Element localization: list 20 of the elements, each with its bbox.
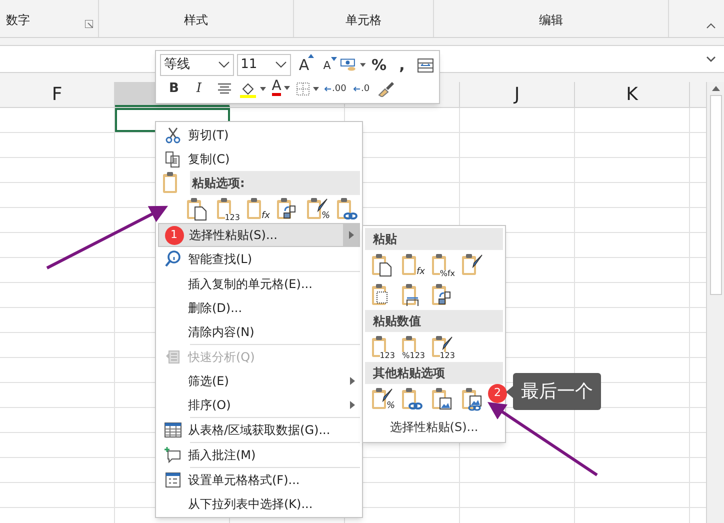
icon-label: fx [416, 268, 425, 277]
icon-label: % [321, 212, 330, 221]
tooltip: 最后一个 [513, 373, 601, 410]
ribbon-group-label: 样式 [184, 12, 208, 29]
ribbon-group-label: 编辑 [539, 12, 563, 29]
icon-label: 123 [440, 352, 455, 360]
number-badge: 1 [164, 226, 184, 244]
icon-label: fx [262, 212, 270, 221]
section-header: 粘贴 [365, 228, 503, 250]
ribbon-group-label: 数字 [6, 12, 30, 29]
section-header: 粘贴数值 [365, 310, 503, 332]
number-badge: 2 [488, 384, 507, 403]
icon-label: %123 [402, 352, 425, 360]
icon-label: %fx [440, 270, 455, 278]
icon-label: 123 [224, 214, 240, 222]
icon-label: 123 [380, 352, 395, 360]
section-header: 其他粘贴选项 [365, 362, 503, 384]
icon-label: % [386, 402, 395, 411]
section-header: 粘贴选项: [190, 171, 360, 195]
ribbon-group-label: 单元格 [346, 12, 382, 29]
